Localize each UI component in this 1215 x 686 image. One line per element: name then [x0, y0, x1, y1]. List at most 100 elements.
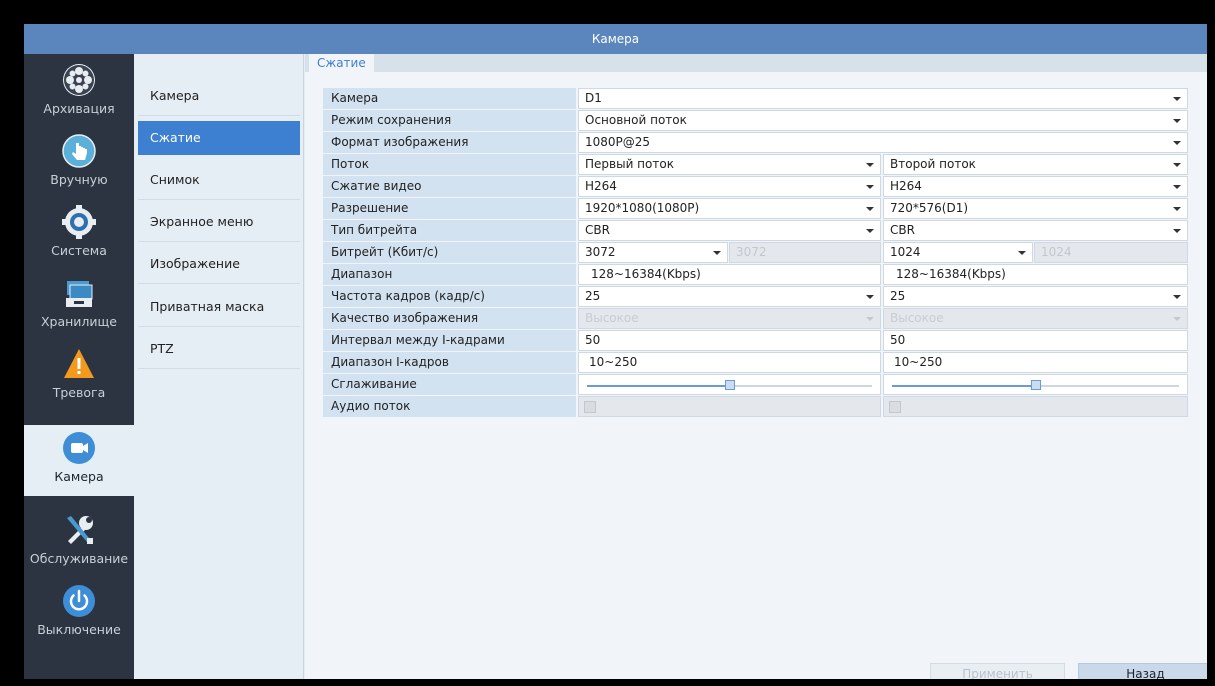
sidebar-item-storage[interactable]: Хранилище — [24, 270, 134, 341]
image-format-value: 1080P@25 — [585, 135, 651, 149]
sidebar-item-archive[interactable]: Архивация — [24, 57, 134, 128]
stream-label: Поток — [323, 154, 576, 175]
sidebar-item-camera[interactable]: Камера — [24, 425, 134, 496]
submenu-item-osd[interactable]: Экранное меню — [138, 202, 300, 242]
sidebar-item-label: Камера — [54, 469, 104, 484]
resolution-label: Разрешение — [323, 198, 576, 219]
row-frame-rate: Частота кадров (кадр/с) 25 25 — [323, 286, 1188, 307]
sub-codec-value: H264 — [890, 179, 922, 193]
tab-compression[interactable]: Сжатие — [309, 54, 374, 74]
main-bitrate-type-select[interactable]: CBR — [578, 220, 881, 241]
image-format-select[interactable]: 1080P@25 — [578, 132, 1188, 153]
sub-bitrate-custom-input[interactable]: 1024 — [1034, 242, 1188, 263]
camera-select[interactable]: D1 — [578, 88, 1188, 109]
sub-frame-rate-select[interactable]: 25 — [883, 286, 1188, 307]
main-bitrate-custom-input[interactable]: 3072 — [729, 242, 881, 263]
sub-bitrate-type-select[interactable]: CBR — [883, 220, 1188, 241]
main-iframe-interval-input[interactable]: 50 — [578, 330, 881, 351]
main-resolution-select[interactable]: 1920*1080(1080P) — [578, 198, 881, 219]
main-video-compression-select[interactable]: H264 — [578, 176, 881, 197]
chevron-down-icon — [866, 229, 874, 233]
sub-stream-select[interactable]: Второй поток — [883, 154, 1188, 175]
main-bitrate-select[interactable]: 3072 — [578, 242, 728, 263]
chevron-down-icon — [1173, 97, 1181, 101]
sub-iframe-range-value: 10~250 — [883, 352, 1188, 373]
storage-icon — [66, 281, 93, 307]
main-stream-select[interactable]: Первый поток — [578, 154, 881, 175]
main-codec-value: H264 — [585, 179, 617, 193]
frame-rate-label: Частота кадров (кадр/с) — [323, 286, 576, 307]
submenu-item-image[interactable]: Изображение — [138, 244, 300, 284]
sidebar-item-manual[interactable]: Вручную — [24, 128, 134, 199]
sidebar-item-system[interactable]: Система — [24, 199, 134, 270]
sub-image-quality-value: Высокое — [890, 311, 944, 325]
tab-strip: Сжатие — [305, 54, 1207, 74]
film-reel-icon — [63, 64, 95, 96]
main-frame-rate-select[interactable]: 25 — [578, 286, 881, 307]
sidebar-item-label: Тревога — [52, 385, 106, 400]
camera-value: D1 — [585, 91, 602, 105]
row-iframe-range: Диапазон I-кадров 10~250 10~250 — [323, 352, 1188, 373]
camera-submenu: Камера Сжатие Снимок Экранное меню Изобр… — [134, 54, 304, 679]
chevron-down-icon — [1173, 163, 1181, 167]
main-sidebar: Архивация Вручную Система Хранилище Трев… — [24, 54, 134, 679]
sub-bitrate-type-value: CBR — [890, 223, 915, 237]
sidebar-item-label: Обслуживание — [29, 551, 129, 566]
back-button[interactable]: Назад — [1078, 663, 1207, 679]
sub-smoothing-slider[interactable] — [883, 374, 1188, 395]
iframe-interval-label: Интервал между I-кадрами — [323, 330, 576, 351]
sub-audio-checkbox — [889, 401, 901, 413]
chevron-down-icon — [1018, 251, 1026, 255]
iframe-range-label: Диапазон I-кадров — [323, 352, 576, 373]
main-image-quality-select: Высокое — [578, 308, 881, 329]
sub-iframe-interval-input[interactable]: 50 — [883, 330, 1188, 351]
alarm-warning-icon — [64, 349, 94, 378]
chevron-down-icon — [1173, 295, 1181, 299]
main-smoothing-slider[interactable] — [578, 374, 881, 395]
sidebar-item-maintenance[interactable]: Обслуживание — [24, 507, 134, 578]
sub-audio-cell — [883, 396, 1188, 417]
main-bitrate-value: 3072 — [585, 245, 616, 259]
image-format-label: Формат изображения — [323, 132, 576, 153]
chevron-down-icon — [713, 251, 721, 255]
apply-button[interactable]: Применить — [930, 663, 1065, 679]
slider-thumb[interactable] — [724, 380, 735, 390]
main-audio-cell — [578, 396, 881, 417]
power-icon — [63, 585, 95, 617]
row-audio-stream: Аудио поток — [323, 396, 1188, 417]
camera-settings-window: Камера Архивация Вручную Система Хранили… — [24, 24, 1207, 679]
row-resolution: Разрешение 1920*1080(1080P) 720*576(D1) — [323, 198, 1188, 219]
main-frame-rate-value: 25 — [585, 289, 601, 303]
sub-image-quality-select: Высокое — [883, 308, 1188, 329]
submenu-item-snapshot[interactable]: Снимок — [138, 160, 300, 200]
main-resolution-value: 1920*1080(1080P) — [585, 201, 700, 215]
slider-fill — [587, 385, 730, 387]
submenu-item-ptz[interactable]: PTZ — [138, 329, 300, 369]
sidebar-item-label: Выключение — [37, 622, 121, 637]
submenu-item-camera[interactable]: Камера — [138, 76, 300, 116]
slider-thumb[interactable] — [1030, 380, 1041, 390]
sidebar-item-shutdown[interactable]: Выключение — [24, 578, 134, 649]
range-label: Диапазон — [323, 264, 576, 285]
slider-fill — [892, 385, 1036, 387]
sub-resolution-select[interactable]: 720*576(D1) — [883, 198, 1188, 219]
bitrate-type-label: Тип битрейта — [323, 220, 576, 241]
main-bitrate-type-value: CBR — [585, 223, 610, 237]
row-save-mode: Режим сохранения Основной поток — [323, 110, 1188, 131]
submenu-item-privacy-mask[interactable]: Приватная маска — [138, 287, 300, 327]
row-iframe-interval: Интервал между I-кадрами 50 50 — [323, 330, 1188, 351]
camera-label: Камера — [323, 88, 576, 109]
chevron-down-icon — [866, 163, 874, 167]
submenu-item-compression[interactable]: Сжатие — [138, 121, 300, 155]
sub-bitrate-select[interactable]: 1024 — [883, 242, 1033, 263]
chevron-down-icon — [1173, 119, 1181, 123]
sub-video-compression-select[interactable]: H264 — [883, 176, 1188, 197]
row-bitrate-type: Тип битрейта CBR CBR — [323, 220, 1188, 241]
row-camera: Камера D1 — [323, 88, 1188, 109]
main-iframe-range-value: 10~250 — [578, 352, 881, 373]
chevron-down-icon — [1173, 317, 1181, 321]
sidebar-item-alarm[interactable]: Тревога — [24, 341, 134, 412]
compression-panel: Сжатие Камера D1 Режим сохранения Основн… — [305, 54, 1207, 679]
row-stream: Поток Первый поток Второй поток — [323, 154, 1188, 175]
save-mode-select[interactable]: Основной поток — [578, 110, 1188, 131]
